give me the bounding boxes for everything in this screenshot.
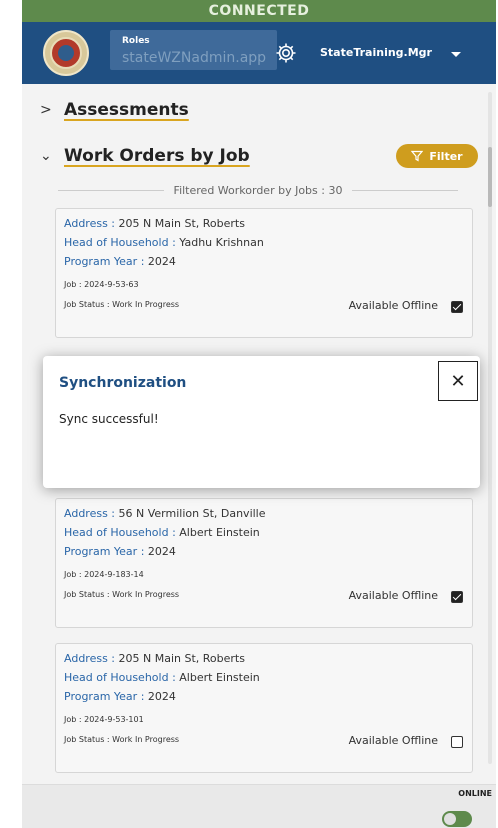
section-title: Assessments xyxy=(64,100,189,120)
app-root: CONNECTED Roles stateWZNadmin.app StateT… xyxy=(22,0,496,828)
program-year-label: Program Year : xyxy=(64,690,145,703)
workorder-card[interactable]: Address : 205 N Main St, Roberts Head of… xyxy=(55,208,473,338)
job-value: 2024-9-53-63 xyxy=(84,280,139,289)
program-year-label: Program Year : xyxy=(64,255,145,268)
online-label: ONLINE xyxy=(458,789,492,798)
sync-dialog: Synchronization Sync successful! ✕ xyxy=(43,356,480,488)
online-toggle[interactable] xyxy=(442,811,472,827)
footer-bar: ONLINE xyxy=(22,784,496,828)
available-offline-checkbox[interactable] xyxy=(451,736,463,748)
gear-icon[interactable] xyxy=(274,41,298,65)
available-offline-label: Available Offline xyxy=(348,299,438,312)
address-label: Address : xyxy=(64,652,116,665)
household-label: Head of Household : xyxy=(64,526,176,539)
job-status-label: Job Status : xyxy=(64,300,110,309)
section-title: Work Orders by Job xyxy=(64,146,250,166)
filter-button[interactable]: Filter xyxy=(396,144,478,168)
household-value: Albert Einstein xyxy=(179,526,260,539)
filter-icon xyxy=(411,150,424,162)
workorder-card[interactable]: Address : 205 N Main St, Roberts Head of… xyxy=(55,643,473,773)
job-status-value: Work In Progress xyxy=(112,590,180,599)
dialog-message: Sync successful! xyxy=(59,412,159,426)
address-value: 205 N Main St, Roberts xyxy=(118,652,245,665)
app-header: Roles stateWZNadmin.app StateTraining.Mg… xyxy=(22,22,496,84)
section-work-orders[interactable]: ⌄ Work Orders by Job xyxy=(40,146,250,166)
job-value: 2024-9-183-14 xyxy=(84,570,144,579)
filter-count: Filtered Workorder by Jobs : 30 xyxy=(58,184,459,197)
workorder-card[interactable]: Address : 56 N Vermilion St, Danville He… xyxy=(55,498,473,628)
address-value: 205 N Main St, Roberts xyxy=(118,217,245,230)
toggle-knob xyxy=(444,813,456,825)
job-label: Job : xyxy=(64,280,82,289)
caret-down-icon[interactable] xyxy=(451,52,461,57)
job-label: Job : xyxy=(64,715,82,724)
roles-value[interactable]: stateWZNadmin.app xyxy=(122,50,272,66)
program-year-value: 2024 xyxy=(147,690,176,703)
scrollbar-thumb[interactable] xyxy=(488,147,492,207)
job-value: 2024-9-53-101 xyxy=(84,715,144,724)
job-label: Job : xyxy=(64,570,82,579)
user-menu-name[interactable]: StateTraining.Mgr xyxy=(320,46,432,59)
dialog-title: Synchronization xyxy=(59,375,187,391)
program-year-value: 2024 xyxy=(147,545,176,558)
job-status-label: Job Status : xyxy=(64,590,110,599)
available-offline-checkbox[interactable] xyxy=(451,301,463,313)
section-assessments[interactable]: > Assessments xyxy=(40,100,189,120)
program-year-value: 2024 xyxy=(147,255,176,268)
address-label: Address : xyxy=(64,217,116,230)
job-status-value: Work In Progress xyxy=(112,300,180,309)
available-offline-checkbox[interactable] xyxy=(451,591,463,603)
connection-status-bar: CONNECTED xyxy=(22,0,496,22)
address-label: Address : xyxy=(64,507,116,520)
job-status-label: Job Status : xyxy=(64,735,110,744)
job-status-value: Work In Progress xyxy=(112,735,180,744)
household-label: Head of Household : xyxy=(64,671,176,684)
address-value: 56 N Vermilion St, Danville xyxy=(118,507,266,520)
roles-label: Roles xyxy=(122,36,150,46)
scrollbar[interactable] xyxy=(488,92,492,764)
chevron-down-icon: ⌄ xyxy=(40,148,52,164)
chevron-right-icon: > xyxy=(40,102,52,118)
state-seal-icon xyxy=(43,30,89,76)
close-icon[interactable]: ✕ xyxy=(438,361,478,401)
household-label: Head of Household : xyxy=(64,236,176,249)
household-value: Yadhu Krishnan xyxy=(179,236,264,249)
filter-count-text: Filtered Workorder by Jobs : 30 xyxy=(173,184,343,197)
available-offline-label: Available Offline xyxy=(348,589,438,602)
program-year-label: Program Year : xyxy=(64,545,145,558)
filter-label: Filter xyxy=(429,149,463,163)
household-value: Albert Einstein xyxy=(179,671,260,684)
available-offline-label: Available Offline xyxy=(348,734,438,747)
